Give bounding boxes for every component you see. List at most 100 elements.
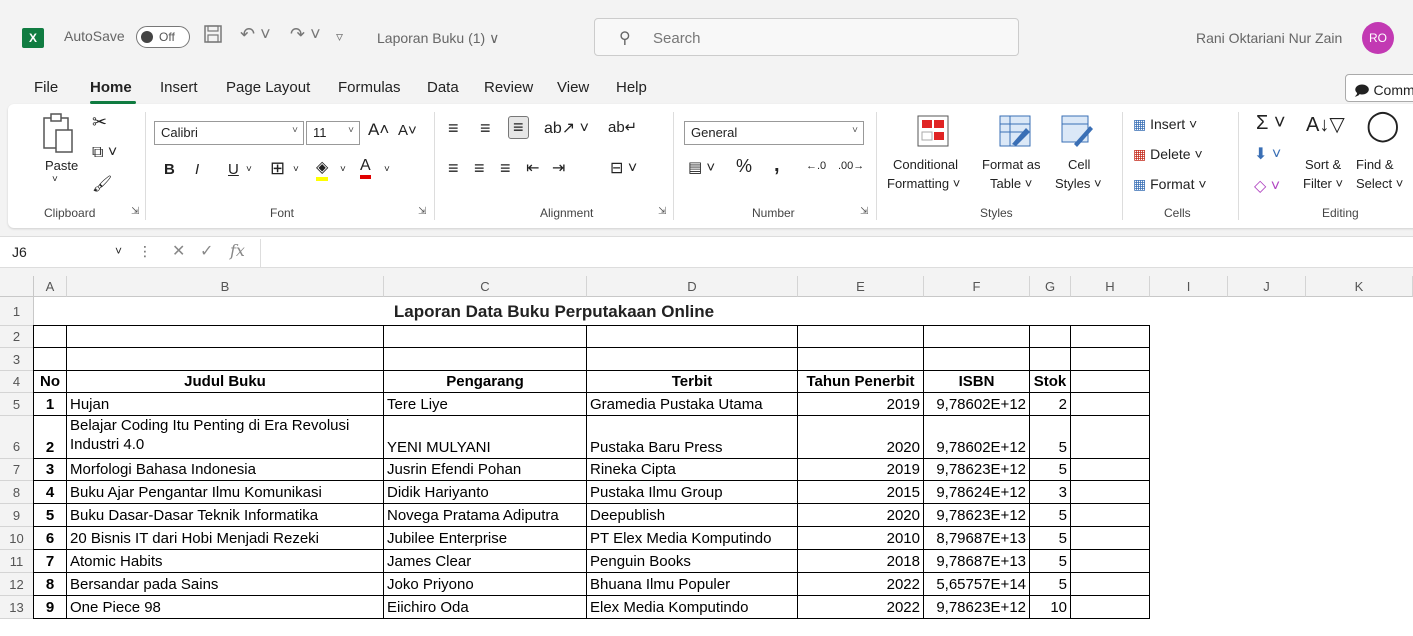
find-select-line1[interactable]: Find &	[1356, 157, 1394, 172]
cell-isbn[interactable]: 5,65757E+14	[924, 573, 1030, 596]
row-header-1[interactable]: 1	[0, 297, 34, 326]
column-header-j[interactable]: J	[1228, 276, 1306, 297]
alignment-launcher-icon[interactable]: ⇲	[658, 206, 666, 217]
cell-pengarang[interactable]: Jusrin Efendi Pohan	[384, 459, 587, 481]
column-header-g[interactable]: G	[1030, 276, 1071, 297]
cell-no[interactable]: 4	[34, 481, 67, 504]
underline-button[interactable]: U	[228, 161, 239, 178]
cell-terbit[interactable]: Penguin Books	[587, 550, 798, 573]
clear-icon[interactable]: ◇ ˅	[1254, 176, 1280, 196]
cell-pengarang[interactable]: Tere Liye	[384, 393, 587, 416]
align-left-icon[interactable]: ≡	[448, 158, 459, 179]
wrap-text-icon[interactable]: ab↵	[608, 118, 637, 136]
cell-pengarang[interactable]: YENI MULYANI	[384, 416, 587, 459]
cell-judul[interactable]: Morfologi Bahasa Indonesia	[67, 459, 384, 481]
cell-stok[interactable]: 5	[1030, 573, 1071, 596]
column-title-no[interactable]: No	[34, 371, 67, 393]
column-title-judul[interactable]: Judul Buku	[67, 371, 384, 393]
cell-no[interactable]: 7	[34, 550, 67, 573]
paste-dropdown-icon[interactable]: ˅	[52, 174, 58, 185]
cell-styles-icon[interactable]	[1060, 114, 1094, 153]
table-cell[interactable]	[1030, 348, 1071, 371]
row-header-5[interactable]: 5	[0, 393, 34, 416]
column-title-isbn[interactable]: ISBN	[924, 371, 1030, 393]
cell-tahun[interactable]: 2022	[798, 573, 924, 596]
cell-terbit[interactable]: Gramedia Pustaka Utama	[587, 393, 798, 416]
font-family-select[interactable]: Calibri ˅	[154, 121, 304, 145]
borders-dropdown-icon[interactable]: ˅	[293, 164, 299, 175]
cell-pengarang[interactable]: Jubilee Enterprise	[384, 527, 587, 550]
comments-button[interactable]: 🗩 Comments	[1345, 74, 1413, 102]
cell-judul[interactable]: One Piece 98	[67, 596, 384, 619]
delete-cells-button[interactable]: ▦ Delete ˅	[1133, 146, 1203, 163]
borders-icon[interactable]: ⊞	[270, 158, 285, 179]
sheet-title[interactable]: Laporan Data Buku Perputakaan Online	[38, 297, 1070, 326]
table-cell[interactable]	[1071, 504, 1150, 527]
decrease-decimal-icon[interactable]: .00→	[838, 160, 864, 172]
column-header-i[interactable]: I	[1150, 276, 1228, 297]
conditional-formatting-icon[interactable]	[916, 114, 950, 153]
cell-isbn[interactable]: 9,78624E+12	[924, 481, 1030, 504]
column-header-e[interactable]: E	[798, 276, 924, 297]
table-cell[interactable]	[798, 326, 924, 348]
row-header-2[interactable]: 2	[0, 326, 34, 348]
formula-input[interactable]	[260, 239, 1413, 267]
cell-tahun[interactable]: 2022	[798, 596, 924, 619]
row-header-11[interactable]: 11	[0, 550, 34, 573]
cell-terbit[interactable]: Deepublish	[587, 504, 798, 527]
underline-dropdown-icon[interactable]: ˅	[246, 164, 252, 175]
conditional-formatting-line2[interactable]: Formatting ˅	[887, 176, 960, 191]
tab-insert[interactable]: Insert	[160, 79, 198, 96]
increase-indent-icon[interactable]: ⇥	[552, 158, 565, 178]
column-title-terbit[interactable]: Terbit	[587, 371, 798, 393]
row-header-8[interactable]: 8	[0, 481, 34, 504]
align-center-icon[interactable]: ≡	[474, 158, 485, 179]
cell-isbn[interactable]: 9,78687E+13	[924, 550, 1030, 573]
table-cell[interactable]	[67, 348, 384, 371]
cell-tahun[interactable]: 2020	[798, 416, 924, 459]
table-cell[interactable]	[1071, 481, 1150, 504]
column-title-stok[interactable]: Stok	[1030, 371, 1071, 393]
cell-stok[interactable]: 5	[1030, 527, 1071, 550]
sort-filter-line2[interactable]: Filter ˅	[1303, 176, 1343, 191]
cell-tahun[interactable]: 2018	[798, 550, 924, 573]
cell-stok[interactable]: 10	[1030, 596, 1071, 619]
find-select-line2[interactable]: Select ˅	[1356, 176, 1403, 191]
table-cell[interactable]	[587, 326, 798, 348]
cell-terbit[interactable]: PT Elex Media Komputindo	[587, 527, 798, 550]
tab-formulas[interactable]: Formulas	[338, 79, 401, 96]
cut-icon[interactable]: ✂	[92, 112, 107, 133]
sort-filter-line1[interactable]: Sort &	[1305, 157, 1341, 172]
avatar[interactable]: RO	[1362, 22, 1394, 54]
column-header-c[interactable]: C	[384, 276, 587, 297]
cell-stok[interactable]: 5	[1030, 459, 1071, 481]
format-as-table-line1[interactable]: Format as	[982, 157, 1041, 172]
fill-icon[interactable]: ⬇ ˅	[1254, 144, 1281, 164]
column-header-b[interactable]: B	[67, 276, 384, 297]
document-name[interactable]: Laporan Buku (1) ∨	[377, 30, 499, 47]
table-cell[interactable]	[1071, 527, 1150, 550]
decrease-font-size-icon[interactable]: A˅	[398, 122, 417, 139]
cell-isbn[interactable]: 9,78623E+12	[924, 504, 1030, 527]
bold-button[interactable]: B	[164, 161, 175, 178]
tab-file[interactable]: File	[34, 79, 58, 96]
table-cell[interactable]	[1071, 550, 1150, 573]
fill-color-dropdown-icon[interactable]: ˅	[340, 164, 346, 175]
row-header-7[interactable]: 7	[0, 459, 34, 481]
table-cell[interactable]	[1030, 326, 1071, 348]
font-color-dropdown-icon[interactable]: ˅	[384, 164, 390, 175]
table-cell[interactable]	[1071, 393, 1150, 416]
cell-pengarang[interactable]: James Clear	[384, 550, 587, 573]
column-header-d[interactable]: D	[587, 276, 798, 297]
clipboard-launcher-icon[interactable]: ⇲	[131, 206, 139, 217]
cell-isbn[interactable]: 9,78623E+12	[924, 596, 1030, 619]
number-launcher-icon[interactable]: ⇲	[860, 206, 868, 217]
row-header-9[interactable]: 9	[0, 504, 34, 527]
paste-icon[interactable]	[40, 112, 74, 161]
table-cell[interactable]	[798, 348, 924, 371]
cell-tahun[interactable]: 2019	[798, 459, 924, 481]
autosave-toggle[interactable]: Off	[136, 26, 190, 48]
table-cell[interactable]	[34, 326, 67, 348]
insert-function-icon[interactable]: fx	[230, 241, 245, 260]
tab-review[interactable]: Review	[484, 79, 533, 96]
